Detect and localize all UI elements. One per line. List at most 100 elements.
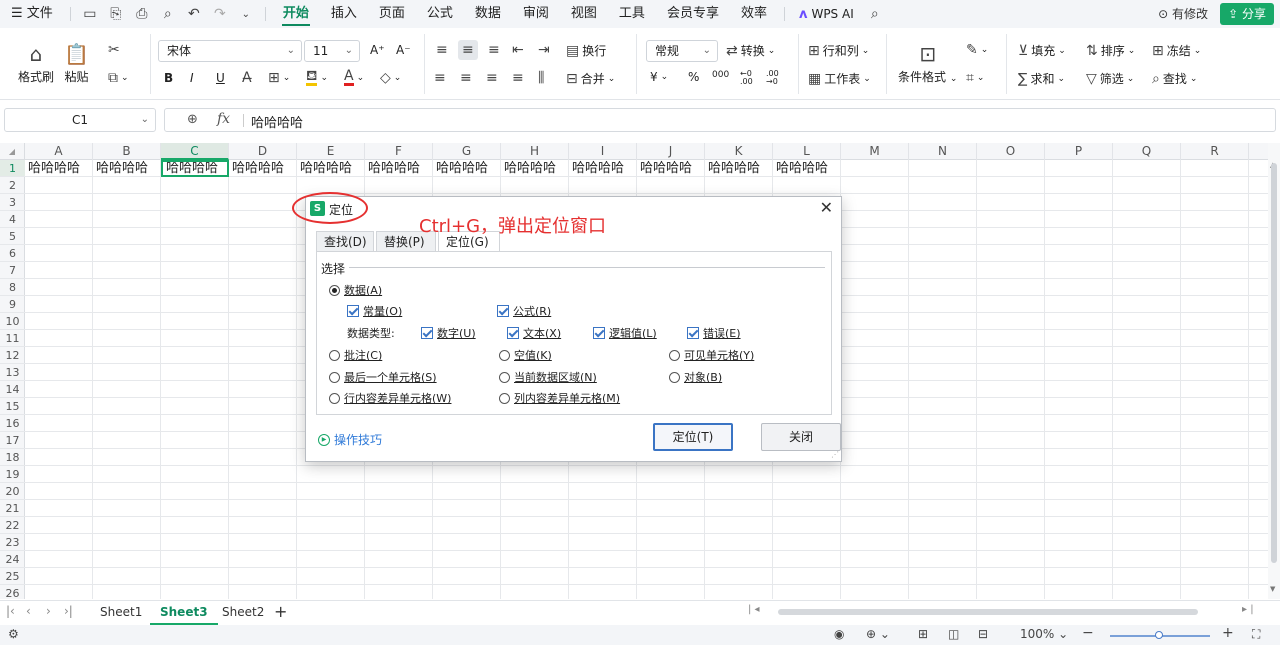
table-cell[interactable]: 哈哈哈哈 (365, 160, 433, 177)
column-header-h[interactable]: H (501, 143, 569, 160)
wrap-text-button[interactable]: ▤ 换行 (566, 42, 606, 59)
row-header-2[interactable]: 2 (0, 177, 25, 194)
cell-style-button[interactable]: ✎ ⌄ (966, 42, 988, 58)
align-right-button[interactable]: ≡ (486, 70, 498, 86)
strikethrough-button[interactable]: A̶ (242, 70, 252, 86)
font-grow-button[interactable]: A⁺ (370, 43, 385, 57)
radio-last-cell[interactable]: 最后一个单元格(S) (329, 369, 437, 385)
column-header-m[interactable]: M (841, 143, 909, 160)
underline-button[interactable]: U (216, 71, 225, 85)
page-layout-icon[interactable]: ◫ (948, 627, 959, 641)
column-header-g[interactable]: G (433, 143, 501, 160)
table-cell[interactable]: 哈哈哈哈 (25, 160, 93, 177)
format-painter-button[interactable]: ⌂ 格式刷 (18, 42, 54, 85)
scroll-right-icon[interactable]: ▸ | (1242, 604, 1254, 615)
cut-button[interactable]: ✂ (108, 42, 120, 58)
view-mode-icon[interactable]: ⊕ ⌄ (866, 627, 890, 641)
tab-tools[interactable]: 工具 (608, 0, 656, 28)
merge-button[interactable]: ⊟ 合并 ⌄ (566, 70, 615, 87)
print-icon[interactable]: ⎙ (129, 6, 155, 22)
column-header-i[interactable]: I (569, 143, 637, 160)
normal-view-icon[interactable]: ⊞ (918, 627, 928, 641)
column-header-k[interactable]: K (705, 143, 773, 160)
column-header-q[interactable]: Q (1113, 143, 1181, 160)
radio-comment[interactable]: 批注(C) (329, 347, 382, 363)
redo-icon[interactable]: ↷ (207, 6, 233, 22)
sum-button[interactable]: ∑ 求和 ⌄ (1018, 70, 1065, 87)
row-header-7[interactable]: 7 (0, 262, 25, 279)
row-header-8[interactable]: 8 (0, 279, 25, 296)
align-middle-button[interactable]: ≡ (458, 40, 478, 60)
active-cell[interactable]: 哈哈哈哈 (161, 160, 229, 177)
checkbox-number[interactable]: 数字(U) (421, 325, 476, 341)
table-cell[interactable]: 哈哈哈哈 (773, 160, 841, 177)
export-icon[interactable]: ⎘ (103, 6, 129, 22)
table-style-button[interactable]: ⌗ ⌄ (966, 70, 984, 86)
undo-icon[interactable]: ↶ (181, 6, 207, 22)
column-header-c[interactable]: C (161, 143, 229, 160)
border-button[interactable]: ⊞ ⌄ (268, 70, 290, 86)
copy-button[interactable]: ⧉ ⌄ (108, 70, 129, 86)
radio-current-region[interactable]: 当前数据区域(N) (499, 369, 597, 385)
row-header-14[interactable]: 14 (0, 381, 25, 398)
tab-review[interactable]: 审阅 (512, 0, 560, 28)
tab-formula[interactable]: 公式 (416, 0, 464, 28)
chevron-down-icon[interactable]: ⌄ (233, 9, 259, 20)
macro-icon[interactable]: ⚙ (8, 627, 19, 641)
has-changes-indicator[interactable]: ⊙ 有修改 (1158, 4, 1208, 24)
horizontal-scrollbar[interactable] (778, 609, 1198, 615)
last-sheet-icon[interactable]: ›| (64, 604, 73, 618)
row-header-26[interactable]: 26 (0, 585, 25, 599)
name-box[interactable]: C1 ⌄ (4, 108, 156, 132)
row-header-15[interactable]: 15 (0, 398, 25, 415)
italic-button[interactable]: I (190, 71, 194, 85)
currency-button[interactable]: ¥ ⌄ (650, 70, 668, 84)
table-cell[interactable]: 哈哈哈哈 (93, 160, 161, 177)
tab-member[interactable]: 会员专享 (656, 0, 730, 28)
decimal-decrease-button[interactable]: .00 →0 (766, 70, 788, 86)
fx-icon[interactable]: fx (217, 111, 230, 127)
radio-row-diff[interactable]: 行内容差异单元格(W) (329, 390, 451, 406)
sheet-tab-sheet3[interactable]: Sheet3 (150, 601, 218, 625)
column-header-e[interactable]: E (297, 143, 365, 160)
zoom-out-button[interactable]: − (1082, 625, 1094, 641)
sort-button[interactable]: ⇅ 排序 ⌄ (1086, 42, 1135, 59)
row-header-20[interactable]: 20 (0, 483, 25, 500)
checkbox-logical[interactable]: 逻辑值(L) (593, 325, 657, 341)
bold-button[interactable]: B (164, 71, 173, 85)
next-sheet-icon[interactable]: › (46, 604, 51, 618)
freeze-button[interactable]: ⊞ 冻结 ⌄ (1152, 42, 1201, 59)
radio-data[interactable]: 数据(A) (329, 282, 382, 298)
locate-button[interactable]: 定位(T) (653, 423, 733, 451)
column-header-p[interactable]: P (1045, 143, 1113, 160)
scroll-down-icon[interactable]: ▼ (1270, 585, 1275, 593)
select-all-corner[interactable]: ◢ (0, 143, 25, 160)
row-header-23[interactable]: 23 (0, 534, 25, 551)
close-icon[interactable]: ✕ (820, 198, 833, 217)
row-header-11[interactable]: 11 (0, 330, 25, 347)
search-icon[interactable]: ⌕ (862, 6, 888, 22)
tab-page[interactable]: 页面 (368, 0, 416, 28)
scrollbar-thumb[interactable] (1271, 163, 1277, 563)
row-header-1[interactable]: 1 (0, 160, 25, 177)
wps-ai-button[interactable]: ʌ WPS AI (791, 7, 862, 22)
tips-link[interactable]: ▶ 操作技巧 (318, 431, 382, 448)
fullscreen-icon[interactable]: ⛶ (1252, 627, 1260, 642)
clear-button[interactable]: ◇ ⌄ (380, 70, 401, 86)
resize-grip-icon[interactable]: ⋰ (831, 450, 839, 459)
table-cell[interactable]: 哈哈哈哈 (229, 160, 297, 177)
zoom-slider-handle[interactable] (1155, 631, 1163, 639)
checkbox-text[interactable]: 文本(X) (507, 325, 561, 341)
table-cell[interactable]: 哈哈哈哈 (569, 160, 637, 177)
row-header-17[interactable]: 17 (0, 432, 25, 449)
table-cell[interactable]: 哈哈哈哈 (501, 160, 569, 177)
row-header-18[interactable]: 18 (0, 449, 25, 466)
add-sheet-button[interactable]: + (274, 602, 287, 621)
column-header-n[interactable]: N (909, 143, 977, 160)
radio-object[interactable]: 对象(B) (669, 369, 722, 385)
distributed-button[interactable]: ⫼ (538, 70, 544, 86)
zoom-icon[interactable]: ⊕ (187, 112, 198, 127)
radio-visible-cells[interactable]: 可见单元格(Y) (669, 347, 754, 363)
paste-button[interactable]: 📋 粘贴 (64, 42, 89, 85)
decimal-increase-button[interactable]: ←0 .00 (740, 70, 762, 86)
